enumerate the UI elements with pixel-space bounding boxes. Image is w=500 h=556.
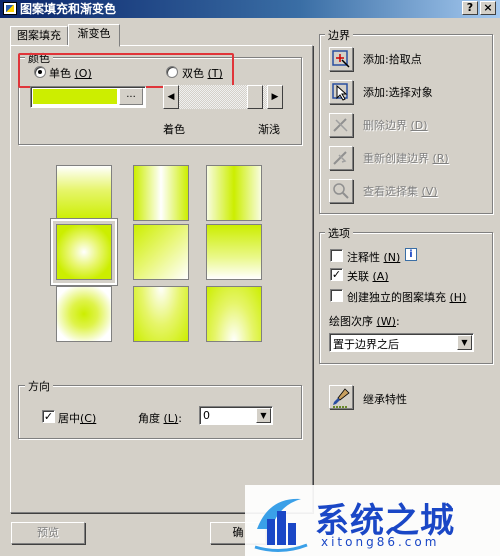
- pick-points-icon: [332, 50, 350, 68]
- orientation-group-title: 方向: [25, 378, 53, 394]
- highlight-box: [18, 53, 234, 88]
- shade-label: 着色: [163, 123, 185, 136]
- associative-checkbox[interactable]: ✓: [330, 268, 343, 281]
- separate-hatches-checkbox[interactable]: [330, 289, 343, 302]
- select-objects-button[interactable]: [329, 80, 353, 104]
- gradient-curved[interactable]: [206, 224, 262, 280]
- magnifier-icon: [333, 183, 349, 199]
- close-button[interactable]: ×: [480, 1, 496, 15]
- watermark: 系统之城 xitong86.com: [245, 485, 500, 556]
- gradient-curved-invert[interactable]: [206, 286, 262, 342]
- preview-button[interactable]: 预览: [11, 522, 85, 544]
- title-bar: 图案填充和渐变色 ? ×: [0, 0, 500, 18]
- tint-label: 渐浅: [258, 123, 280, 136]
- window-title: 图案填充和渐变色: [20, 2, 117, 16]
- select-objects-icon: [332, 83, 348, 101]
- remove-boundaries-button[interactable]: [329, 113, 353, 137]
- inherit-properties-button[interactable]: [329, 385, 353, 409]
- associative-label: 关联 (A): [347, 270, 389, 283]
- gradient-spherical[interactable]: [56, 224, 112, 280]
- color-swatch-field[interactable]: ...: [30, 86, 146, 108]
- recreate-boundary-label[interactable]: 重新创建边界 (R): [363, 150, 449, 166]
- tab-gradient[interactable]: 渐变色: [68, 24, 120, 47]
- angle-label: 角度 (L):: [138, 412, 182, 425]
- remove-boundaries-label[interactable]: 删除边界 (D): [363, 117, 428, 133]
- angle-value: 0: [203, 409, 210, 422]
- boundaries-group-title: 边界: [325, 27, 353, 43]
- centered-checkbox[interactable]: ✓: [42, 410, 55, 423]
- view-selections-label[interactable]: 查看选择集 (V): [363, 183, 438, 199]
- draw-order-value: 置于边界之后: [333, 338, 399, 351]
- watermark-url: xitong86.com: [321, 535, 440, 549]
- paintbrush-icon: [333, 388, 350, 408]
- tab-hatch[interactable]: 图案填充: [10, 26, 68, 46]
- slider-left-arrow[interactable]: ◀: [163, 85, 179, 109]
- info-icon[interactable]: i: [405, 248, 417, 261]
- slider-right-arrow[interactable]: ▶: [267, 85, 283, 109]
- slider-thumb[interactable]: [247, 85, 264, 109]
- chevron-down-icon[interactable]: ▼: [256, 408, 271, 423]
- options-group-title: 选项: [325, 225, 353, 241]
- separate-hatches-label: 创建独立的图案填充 (H): [347, 291, 467, 304]
- app-icon: [3, 2, 17, 15]
- shade-tint-slider[interactable]: ◀ ▶: [163, 85, 283, 109]
- pick-points-button[interactable]: [329, 47, 353, 71]
- gradient-hemispherical-invert[interactable]: [133, 286, 189, 342]
- angle-dropdown[interactable]: 0 ▼: [199, 406, 273, 425]
- gradient-inverted-cylinder-horizontal[interactable]: [206, 165, 262, 221]
- view-selections-button[interactable]: [329, 179, 353, 203]
- watermark-logo: [254, 498, 308, 552]
- remove-boundaries-icon: [333, 118, 348, 132]
- gradient-hemispherical[interactable]: [133, 224, 189, 280]
- pick-points-label[interactable]: 添加:拾取点: [363, 51, 422, 67]
- recreate-boundary-button[interactable]: [329, 146, 353, 170]
- color-swatch: [33, 89, 117, 104]
- gradient-cylinder-horizontal[interactable]: [133, 165, 189, 221]
- gradient-spherical-invert[interactable]: [56, 286, 112, 342]
- help-button[interactable]: ?: [462, 1, 478, 15]
- annotative-label: 注释性 (N): [347, 251, 401, 264]
- chevron-down-icon[interactable]: ▼: [457, 335, 472, 350]
- draw-order-dropdown[interactable]: 置于边界之后 ▼: [329, 333, 474, 352]
- inherit-properties-label[interactable]: 继承特性: [363, 391, 407, 407]
- recreate-boundary-icon: [333, 151, 347, 165]
- centered-label: 居中(C): [58, 412, 97, 425]
- annotative-checkbox[interactable]: [330, 249, 343, 262]
- select-objects-label[interactable]: 添加:选择对象: [363, 84, 433, 100]
- browse-color-button[interactable]: ...: [119, 88, 143, 105]
- draw-order-label: 绘图次序 (W):: [329, 315, 400, 328]
- gradient-linear-vertical[interactable]: [56, 165, 112, 221]
